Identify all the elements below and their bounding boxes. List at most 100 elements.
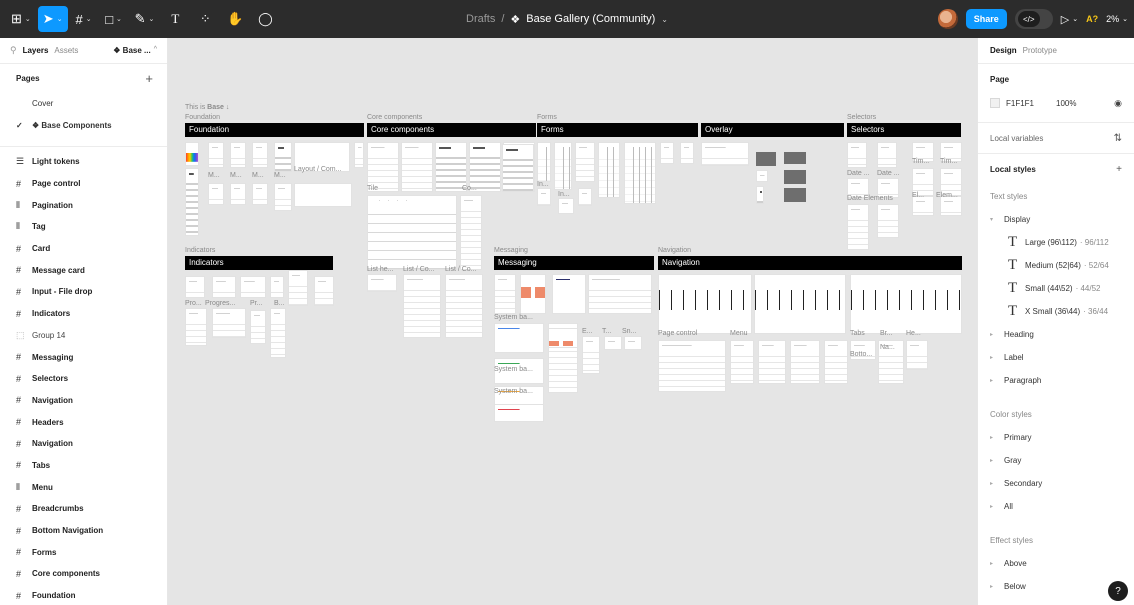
frame-thumbnail[interactable] [460,195,482,270]
frame-label[interactable]: System ba... [494,366,533,373]
layer-item[interactable]: # Core components [0,563,167,585]
frame-thumbnail[interactable] [624,142,656,204]
layer-item[interactable]: # Page control [0,173,167,195]
frame-thumbnail[interactable] [582,336,600,374]
frame-thumbnail[interactable] [548,328,578,348]
frame-thumbnail[interactable] [445,274,483,338]
frame-thumbnail[interactable] [537,188,551,206]
frame-thumbnail[interactable] [906,340,928,370]
frame-thumbnail[interactable] [824,340,848,384]
frame-label[interactable]: In... [537,181,549,188]
frame-label[interactable]: System ba... [494,388,533,395]
layer-item[interactable]: # Navigation [0,390,167,412]
frame-label[interactable]: List he... [367,266,393,273]
move-tool-button[interactable]: ➤ ⌄ [37,6,68,32]
frame-label[interactable]: Layout / Com... [294,166,341,173]
comment-tool-button[interactable]: ◯ [251,6,279,32]
frame-label[interactable]: E... [582,328,593,335]
add-style-button[interactable]: + [1116,164,1122,175]
section-bar-selectors[interactable]: Selectors [847,123,961,137]
pen-tool-button[interactable]: ✎ ⌄ [130,6,160,32]
frame-label[interactable]: Sn... [622,328,636,335]
frame-label[interactable]: List / Co... [403,266,435,273]
frame-label[interactable]: Tim... [912,158,929,165]
frame-thumbnail[interactable] [401,142,433,192]
frame-thumbnail[interactable] [660,142,674,164]
layer-item[interactable]: # Foundation [0,585,167,605]
tab-prototype[interactable]: Prototype [1023,46,1057,55]
frame-label[interactable]: Tabs [850,330,865,337]
frame-label[interactable]: System ba... [494,314,533,321]
frame-thumbnail[interactable] [270,308,286,358]
page-opacity-value[interactable]: 100% [1056,99,1076,108]
frame-thumbnail[interactable] [240,276,266,298]
frame-thumbnail[interactable] [537,142,551,182]
intro-text[interactable]: This is Base ↓ [185,104,229,111]
frame-thumbnail[interactable] [502,144,534,192]
frame-thumbnail[interactable] [367,195,457,270]
frame-label[interactable]: T... [602,328,611,335]
frame-thumbnail[interactable] [940,196,962,216]
search-icon[interactable]: ⚲ [10,45,17,56]
style-group-heading[interactable]: ▸ Heading [990,323,1122,346]
layer-item[interactable]: # Headers [0,411,167,433]
page-background-row[interactable]: F1F1F1 100% ◉ [990,94,1122,112]
color-swatch[interactable] [990,98,1000,108]
frame-thumbnail[interactable] [847,142,867,168]
frame-thumbnail[interactable] [212,308,246,338]
section-bar-forms[interactable]: Forms [537,123,698,137]
section-label-navigation[interactable]: Navigation [658,247,691,254]
main-menu-button[interactable]: ⊞ ⌄ [6,6,36,32]
text-style-item[interactable]: T Large (96\112) · 96/112 [990,231,1122,254]
frame-label[interactable]: Tile [367,185,378,192]
style-group-gray[interactable]: ▸ Gray [990,449,1122,472]
layer-item[interactable]: ⬚ Group 14 [0,325,167,347]
frame-thumbnail[interactable] [185,142,199,166]
frame-thumbnail[interactable] [658,274,752,334]
frame-thumbnail[interactable] [658,340,726,392]
frame-thumbnail[interactable] [877,204,899,238]
frame-label[interactable]: Date ... [877,170,900,177]
frame-thumbnail[interactable] [494,404,544,422]
section-label-messaging[interactable]: Messaging [494,247,528,254]
frame-label[interactable]: Br... [880,330,892,337]
accessibility-button[interactable]: A? [1086,14,1098,24]
style-group-above[interactable]: ▸ Above [990,552,1122,575]
frame-thumbnail[interactable] [701,142,749,166]
frame-label[interactable]: Page control [658,330,697,337]
frame-thumbnail[interactable] [494,274,516,314]
frame-label[interactable]: Menu [730,330,748,337]
layer-item[interactable]: # Selectors [0,368,167,390]
frame-thumbnail[interactable] [575,142,595,182]
section-bar-foundation[interactable]: Foundation [185,123,364,137]
section-label-indicators[interactable]: Indicators [185,247,215,254]
share-button[interactable]: Share [965,9,1007,29]
frame-label[interactable]: Date Elements [847,195,893,202]
frame-thumbnail[interactable] [624,336,642,350]
frame-label[interactable]: List / Co... [445,266,477,273]
present-button[interactable]: ▷ ⌄ [1061,13,1078,26]
frame-label[interactable]: Date ... [847,170,870,177]
tab-design[interactable]: Design [990,46,1017,55]
frame-thumbnail[interactable] [185,308,207,346]
frame-label[interactable]: Na... [880,344,895,351]
page-item-cover[interactable]: Cover [0,92,167,114]
frame-thumbnail[interactable] [756,170,768,182]
frame-label[interactable]: Elem... [936,192,958,199]
layer-item[interactable]: # Navigation [0,433,167,455]
file-name[interactable]: Base Gallery (Community) [526,13,655,25]
frame-thumbnail[interactable] [588,274,652,314]
style-group-all[interactable]: ▸ All [990,495,1122,518]
frame-thumbnail[interactable] [784,188,806,202]
page-selector[interactable]: ❖ Base ... ^ [113,46,157,55]
style-group-below[interactable]: ▸ Below [990,575,1122,598]
avatar[interactable] [937,9,958,29]
frame-thumbnail[interactable] [354,142,364,168]
dev-mode-toggle[interactable]: </> [1014,9,1053,29]
text-style-item[interactable]: T Small (44\52) · 44/52 [990,277,1122,300]
section-bar-core-components[interactable]: Core components [367,123,536,137]
frame-thumbnail[interactable] [850,274,962,334]
frame-thumbnail[interactable] [558,198,574,214]
frame-thumbnail[interactable] [274,142,292,172]
style-group-secondary[interactable]: ▸ Secondary [990,472,1122,495]
